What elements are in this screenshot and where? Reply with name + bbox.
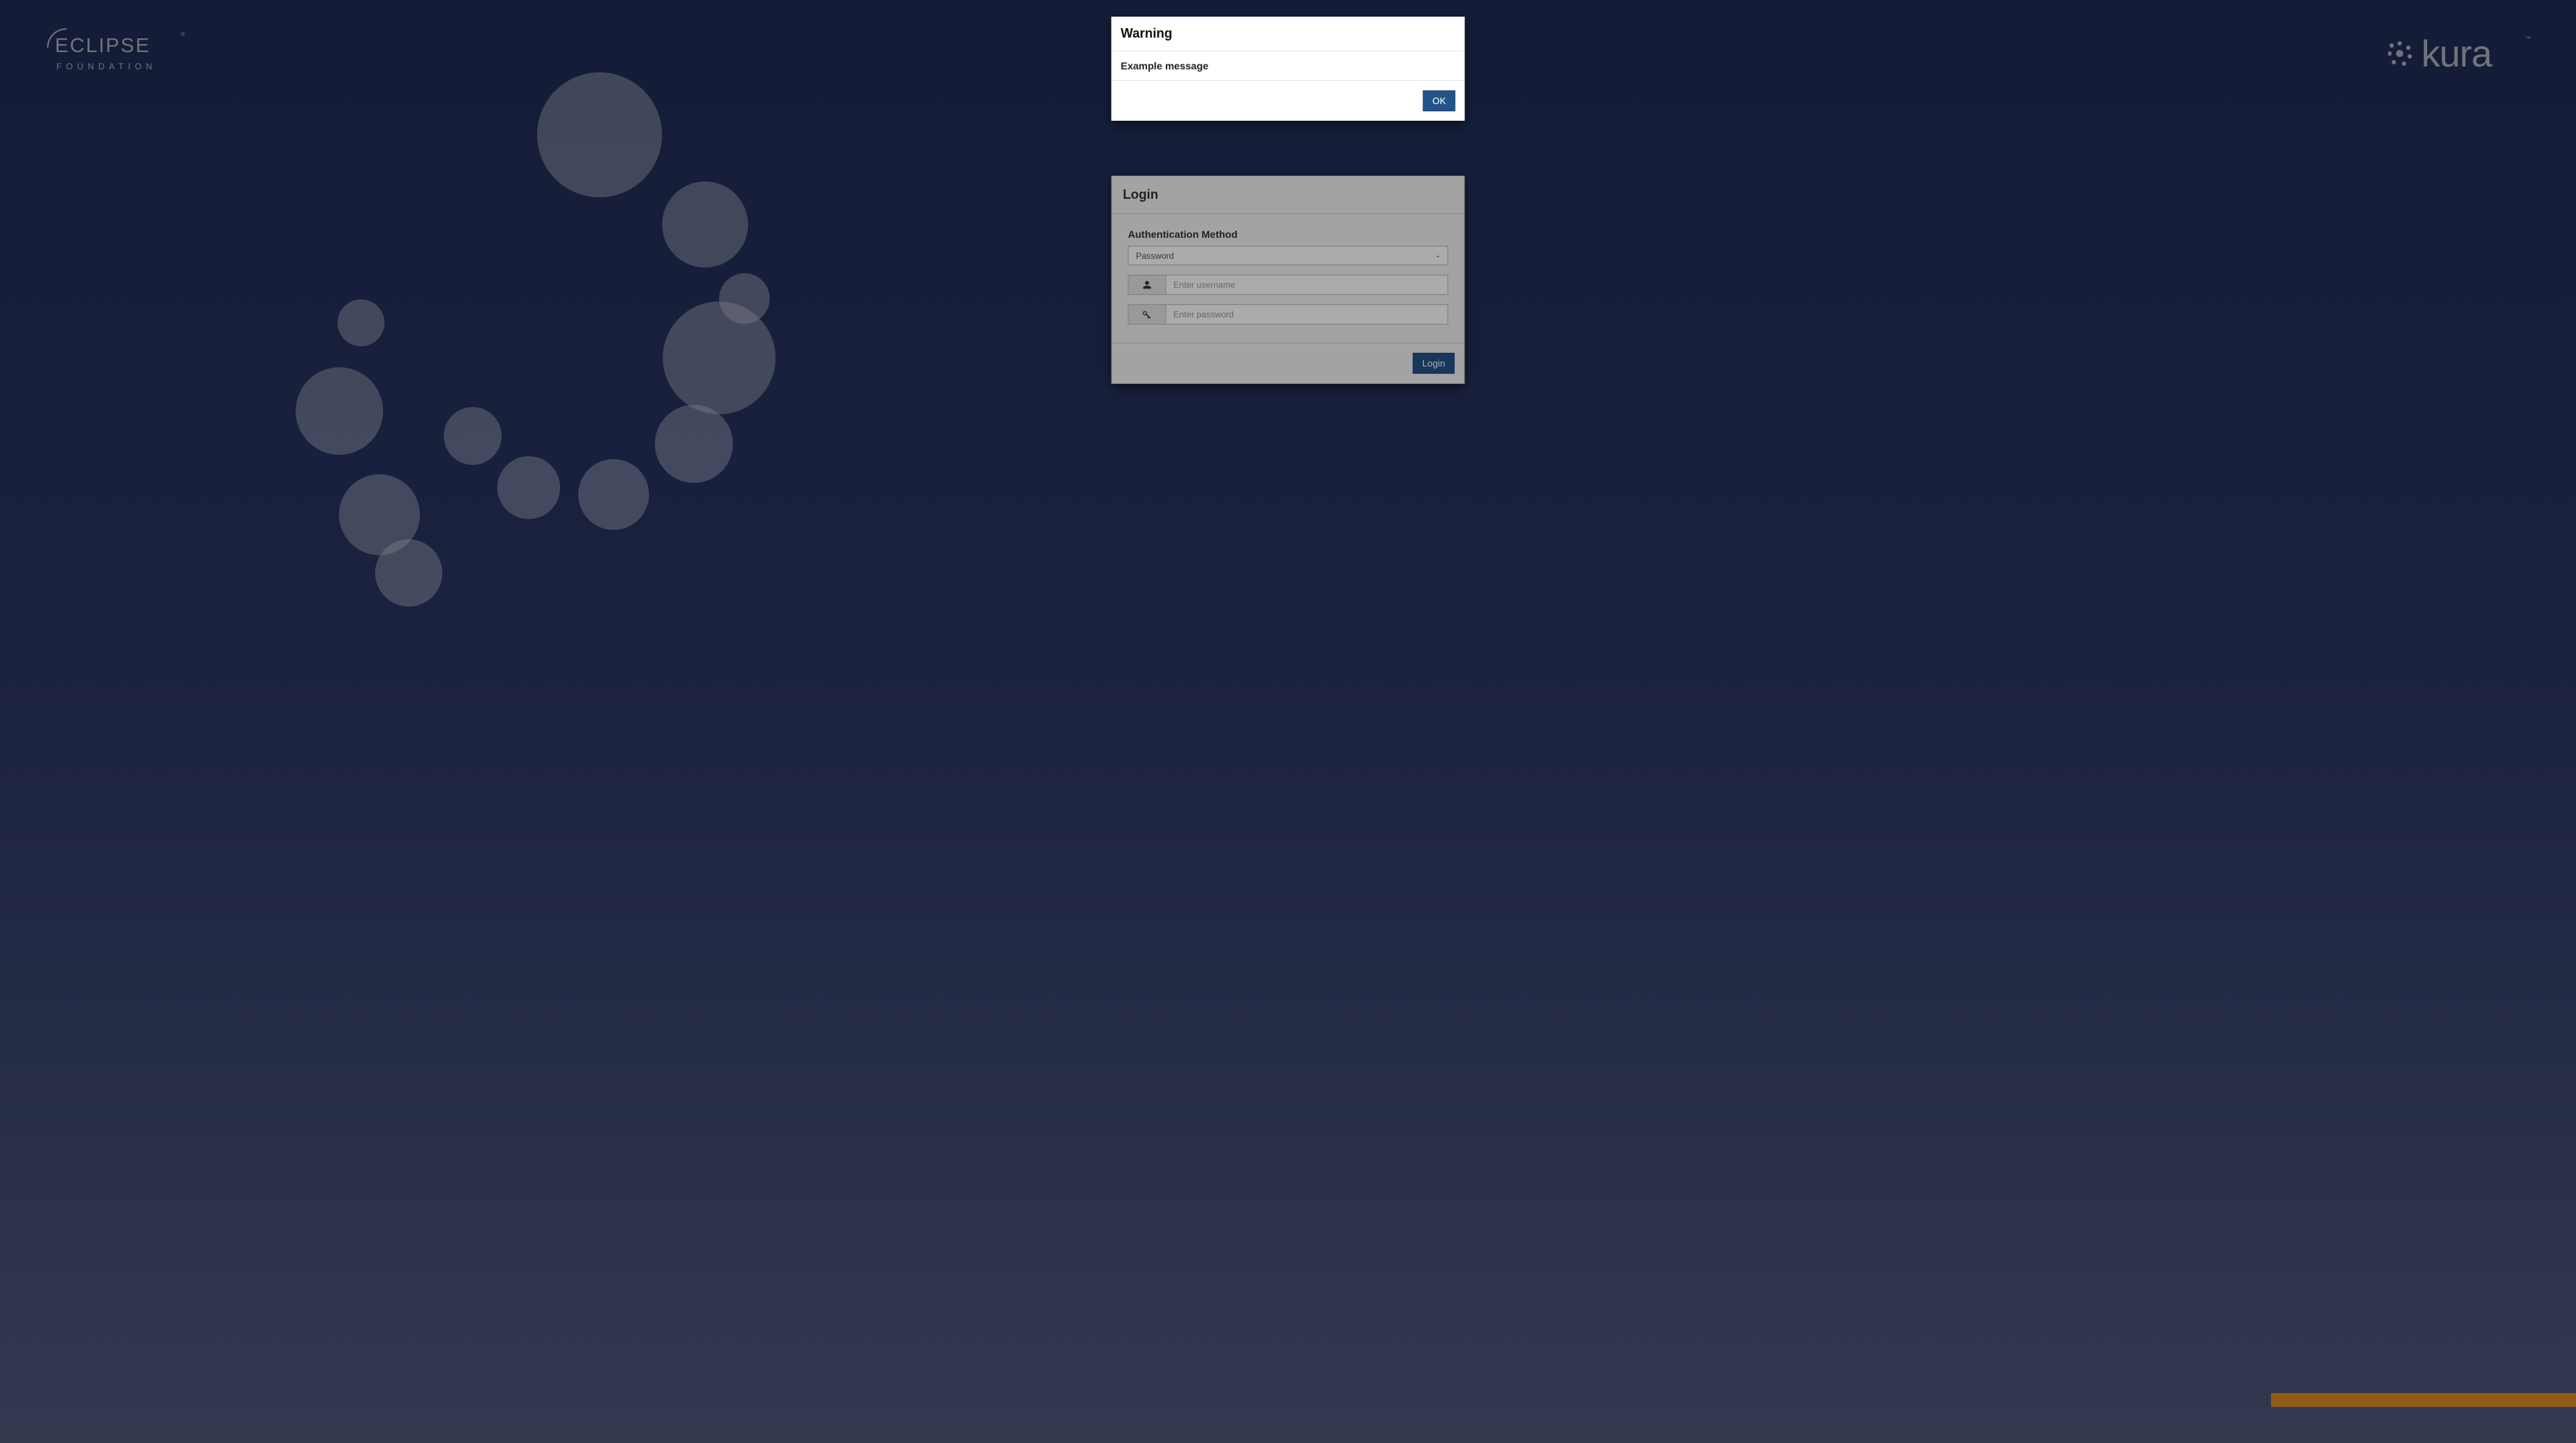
ok-button[interactable]: OK (1423, 90, 1456, 111)
warning-modal: Warning Example message OK (1112, 17, 1465, 121)
modal-body: Example message (1112, 51, 1465, 81)
modal-header: Warning (1112, 17, 1465, 51)
modal-footer: OK (1112, 81, 1465, 121)
modal-title: Warning (1121, 26, 1456, 41)
modal-message: Example message (1121, 60, 1456, 72)
modal-backdrop[interactable] (0, 0, 2576, 1443)
